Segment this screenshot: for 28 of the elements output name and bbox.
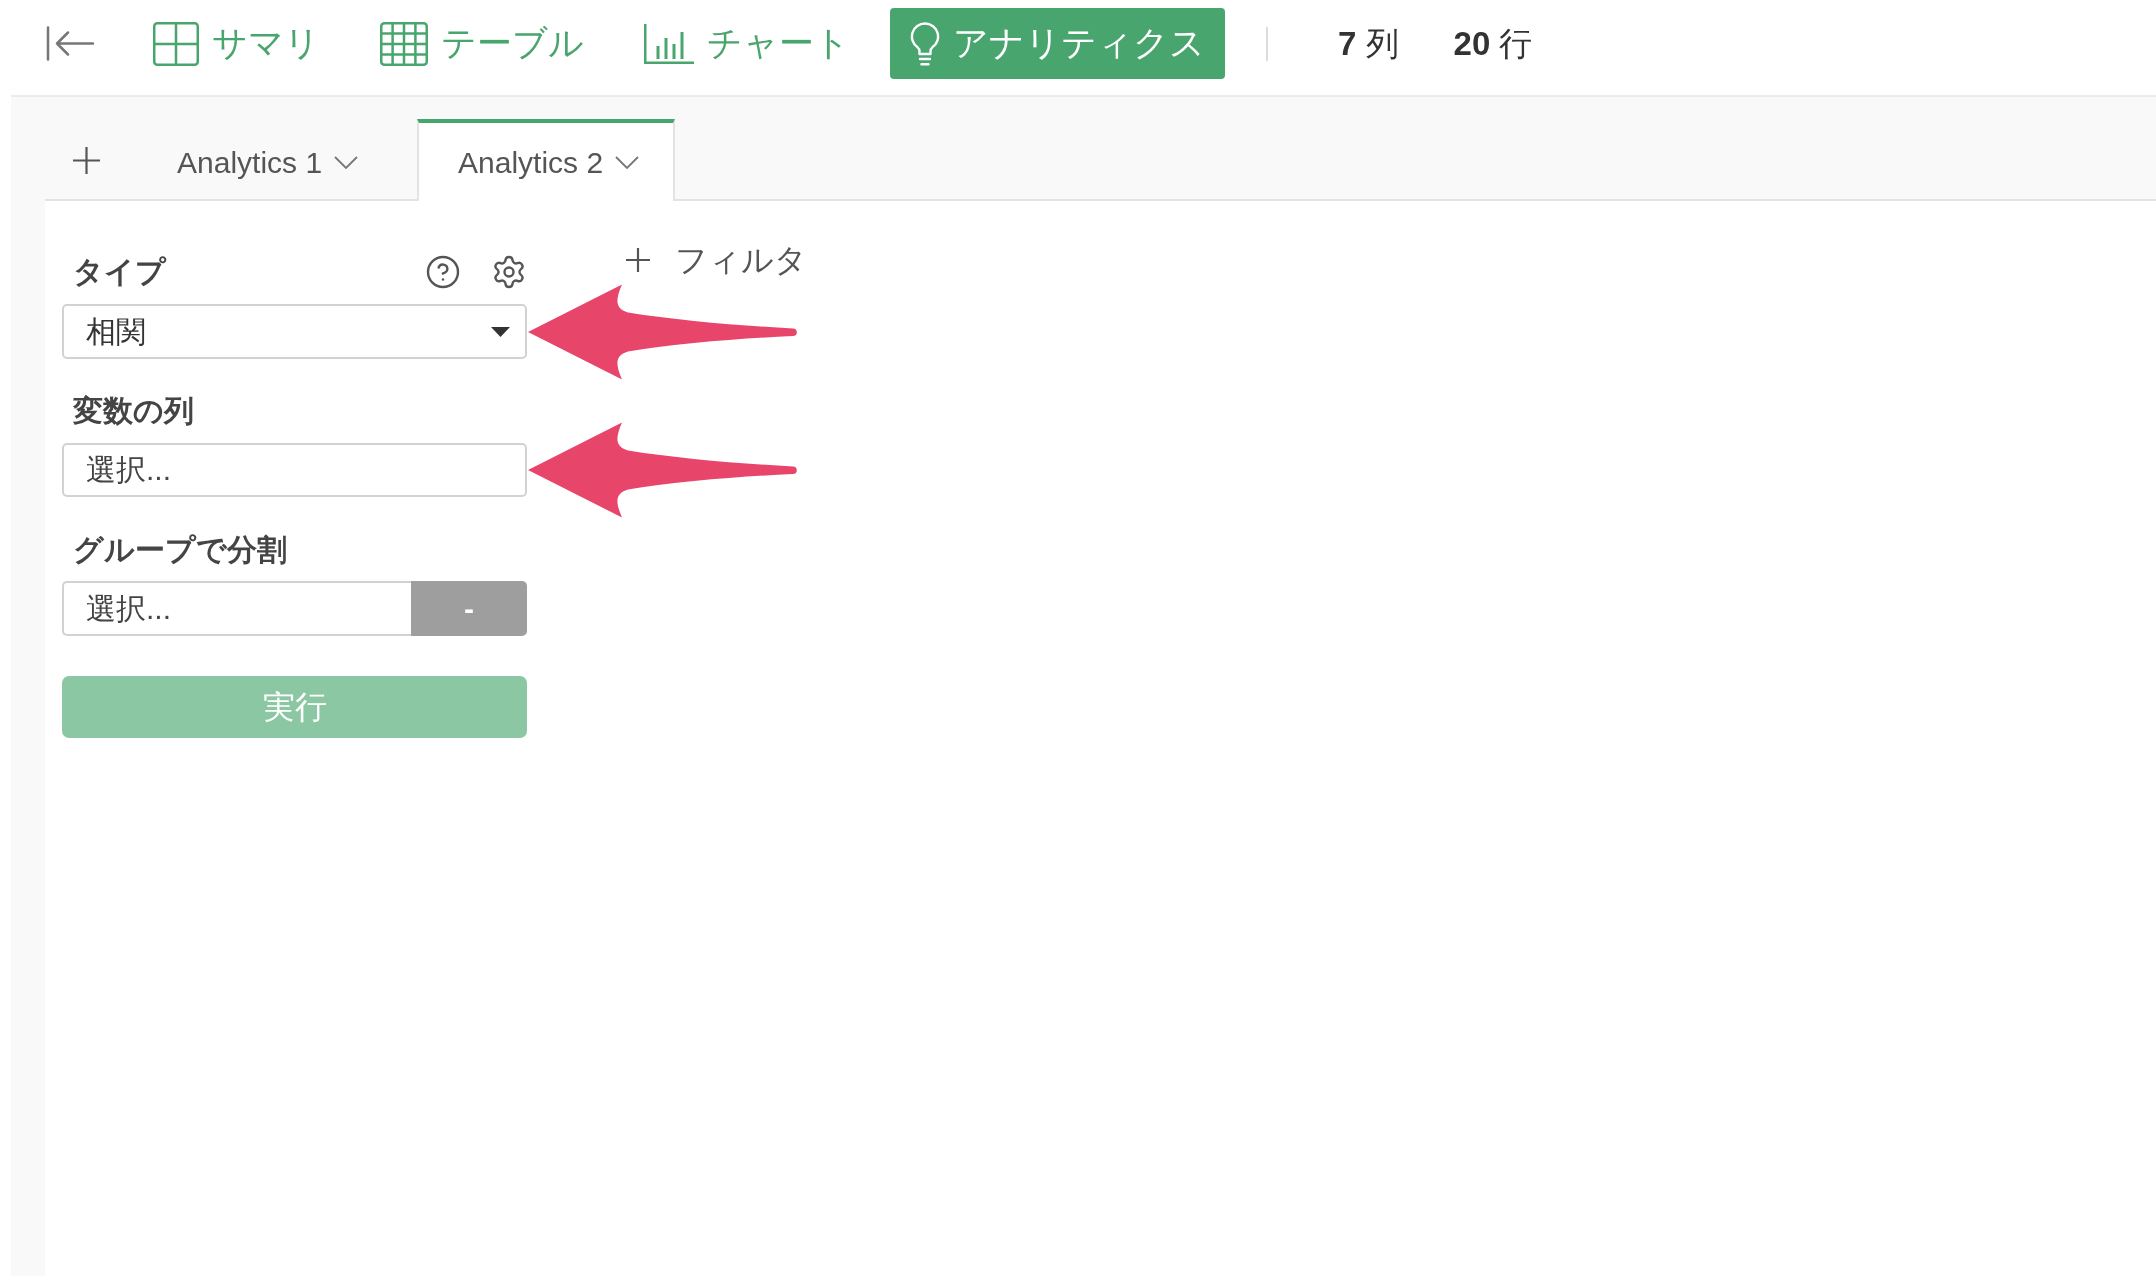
column-select-field[interactable]: 選択... (62, 443, 527, 497)
table-icon (380, 21, 428, 66)
view-tab[interactable]: チャート (624, 8, 870, 79)
field-label: タイプ (72, 257, 166, 287)
help-icon[interactable] (425, 254, 461, 290)
grid-icon (153, 21, 199, 66)
chevron-down-icon (615, 155, 640, 169)
dash-button[interactable]: - (411, 581, 527, 636)
analysis-tab[interactable]: Analytics 2 (417, 119, 676, 201)
plus-icon (73, 146, 100, 174)
count-label: 20 行 (1453, 23, 1533, 64)
caret-down-icon (491, 326, 510, 337)
settings-icon[interactable] (491, 254, 527, 290)
analysis-tab[interactable]: Analytics 1 (136, 119, 395, 201)
view-tab[interactable]: サマリ (133, 8, 340, 79)
chevron-down-icon (334, 155, 359, 169)
field-label: グループで分割 (72, 535, 287, 565)
plus-icon (626, 248, 650, 272)
count-label: 7 列 (1338, 23, 1399, 64)
bar-chart-icon (644, 23, 694, 64)
view-tab[interactable]: アナリティクス (890, 8, 1225, 79)
add-filter-button[interactable]: フィルタ (626, 240, 807, 280)
field-label: 変数の列 (72, 396, 194, 426)
group-select-field[interactable]: 選択... (62, 581, 411, 636)
collapse-left-icon[interactable] (46, 26, 95, 61)
view-tab[interactable]: テーブル (360, 8, 604, 79)
type-dropdown[interactable]: 相関 (62, 304, 527, 359)
lightbulb-icon (910, 21, 940, 66)
